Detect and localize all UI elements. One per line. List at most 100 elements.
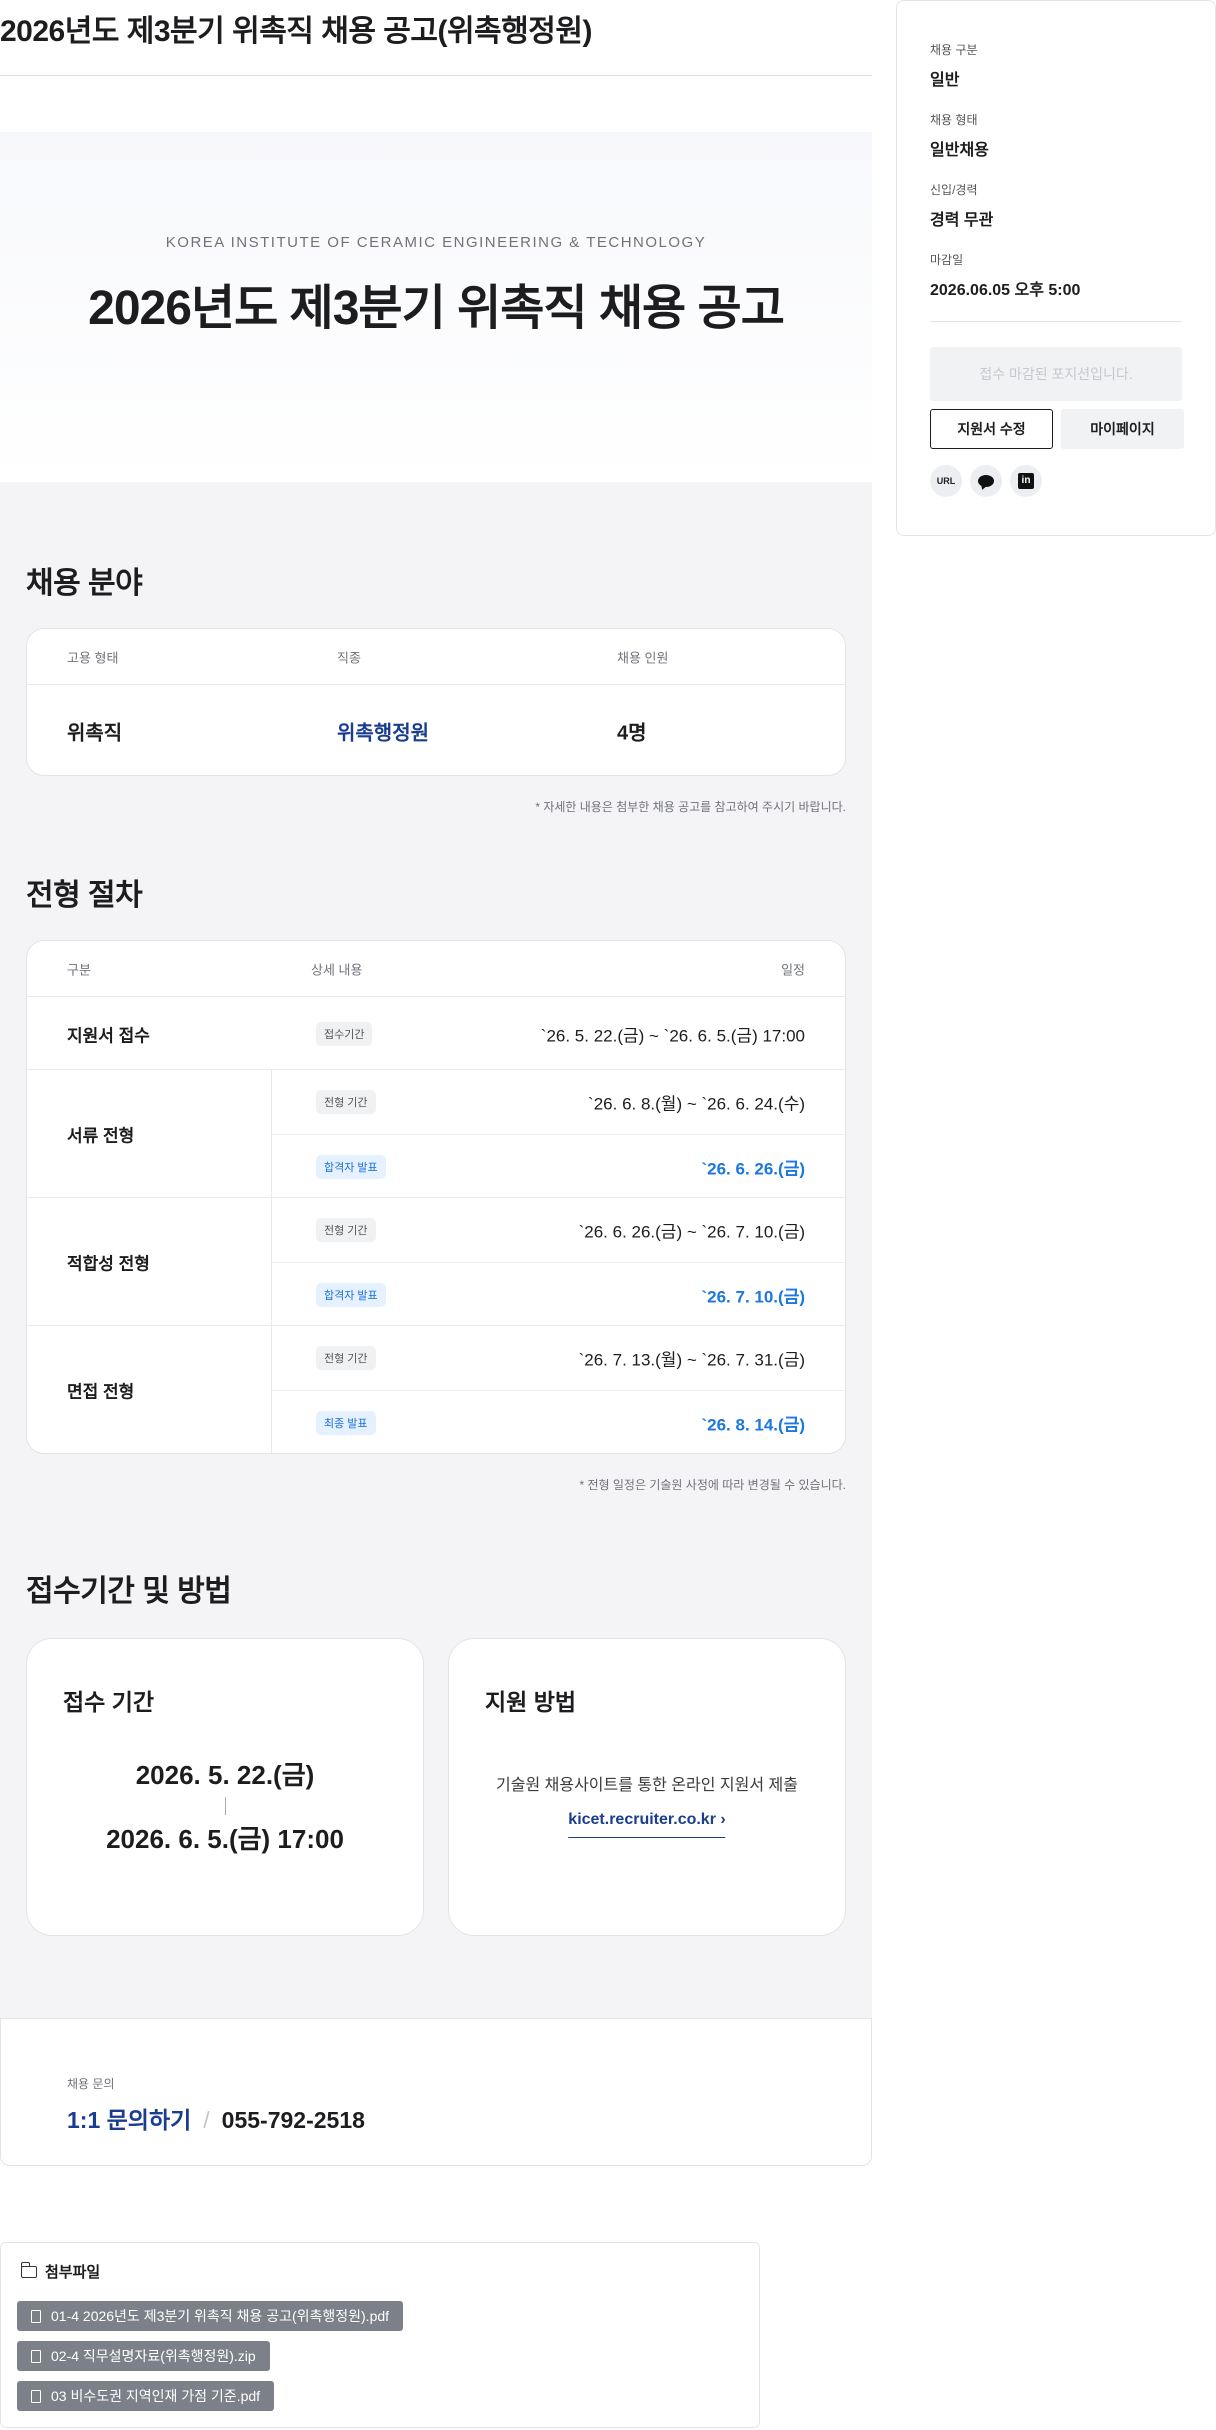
header-detail: 상세 내용 xyxy=(311,962,363,977)
file-icon xyxy=(31,2310,41,2323)
stage-tag: 최종 발표 xyxy=(316,1410,376,1435)
stage-interview: 면접 전형 전형 기간 `26. 7. 13.(월) ~ `26. 7. 31.… xyxy=(27,1326,845,1453)
file-icon xyxy=(31,2350,41,2363)
job-summary-sidebar: 채용 구분 일반 채용 형태 일반채용 신입/경력 경력 무관 마감일 2026… xyxy=(896,0,1216,536)
employment-type: 위촉직 xyxy=(67,722,123,745)
contact-separator: / xyxy=(203,2107,210,2133)
sidebar-item-career: 신입/경력 경력 무관 xyxy=(930,181,993,230)
stage-date: `26. 7. 10.(금) xyxy=(701,1287,805,1306)
linkedin-share-icon[interactable]: in xyxy=(1010,465,1042,497)
stage-item: 합격자 발표 `26. 7. 10.(금) xyxy=(272,1262,845,1326)
attachments-box: 첨부파일 01-4 2026년도 제3분기 위촉직 채용 공고(위촉행정원).p… xyxy=(0,2242,760,2428)
file-icon xyxy=(31,2390,41,2403)
attachment-file-button[interactable]: 01-4 2026년도 제3분기 위촉직 채용 공고(위촉행정원).pdf xyxy=(17,2301,404,2331)
contact-label: 채용 문의 xyxy=(67,2077,115,2091)
stage-name: 면접 전형 xyxy=(67,1382,135,1402)
table-row: 위촉직 위촉행정원 4명 xyxy=(27,686,845,775)
attachments-title: 첨부파일 xyxy=(45,2264,101,2281)
sidebar-label: 채용 형태 xyxy=(930,113,978,127)
hero-subtitle: KOREA INSTITUTE OF CERAMIC ENGINEERING &… xyxy=(165,234,707,251)
stage-suitability: 적합성 전형 전형 기간 `26. 6. 26.(금) ~ `26. 7. 10… xyxy=(27,1198,845,1326)
stage-tag: 전형 기간 xyxy=(316,1090,376,1114)
stage-date: `26. 5. 22.(금) ~ `26. 6. 5.(금) 17:00 xyxy=(540,1026,805,1045)
header-job: 직종 xyxy=(337,650,361,665)
folder-icon xyxy=(20,2261,37,2278)
stage-date: `26. 7. 13.(월) ~ `26. 7. 31.(금) xyxy=(578,1350,805,1370)
stage-tag: 접수기간 xyxy=(316,1021,373,1046)
stage-date: `26. 6. 26.(금) ~ `26. 7. 10.(금) xyxy=(578,1222,805,1242)
mypage-button[interactable]: 마이페이지 xyxy=(1061,409,1184,449)
stage-tag: 합격자 발표 xyxy=(316,1282,386,1307)
stage-item: 전형 기간 `26. 7. 13.(월) ~ `26. 7. 31.(금) xyxy=(272,1326,845,1390)
period-title: 접수 기간 xyxy=(63,1689,155,1715)
recruit-note: * 자세한 내용은 첨부한 채용 공고를 참고하여 주시기 바랍니다. xyxy=(535,800,846,814)
sidebar-item-deadline: 마감일 2026.06.05 오후 5:00 xyxy=(930,251,1080,300)
stage-date: `26. 8. 14.(금) xyxy=(701,1415,805,1434)
stage-name: 서류 전형 xyxy=(67,1126,135,1145)
period-end: 2026. 6. 5.(금) 17:00 xyxy=(106,1824,344,1854)
inquiry-link[interactable]: 1:1 문의하기 xyxy=(67,2107,191,2133)
period-card: 접수 기간 2026. 5. 22.(금) 2026. 6. 5.(금) 17:… xyxy=(26,1638,424,1936)
stage-application: 지원서 접수 접수기간 `26. 5. 22.(금) ~ `26. 6. 5.(… xyxy=(27,998,845,1070)
stage-document: 서류 전형 전형 기간 `26. 6. 8.(월) ~ `26. 6. 24.(… xyxy=(27,1070,845,1198)
attachments-header: 첨부파일 xyxy=(20,2261,101,2282)
stage-item: 전형 기간 `26. 6. 26.(금) ~ `26. 7. 10.(금) xyxy=(272,1198,845,1262)
header-schedule: 일정 xyxy=(781,962,805,977)
page-title: 2026년도 제3분기 위촉직 채용 공고(위촉행정원) xyxy=(0,2,872,76)
period-start: 2026. 5. 22.(금) xyxy=(135,1760,315,1790)
process-note: * 전형 일정은 기술원 사정에 따라 변경될 수 있습니다. xyxy=(579,1478,846,1492)
method-card: 지원 방법 기술원 채용사이트를 통한 온라인 지원서 제출 kicet.rec… xyxy=(448,1638,846,1936)
attachment-file-button[interactable]: 03 비수도권 지역인재 가점 기준.pdf xyxy=(17,2381,275,2411)
stage-tag: 전형 기간 xyxy=(316,1218,376,1242)
header-employment-type: 고용 형태 xyxy=(67,650,119,665)
stage-name: 적합성 전형 xyxy=(67,1254,150,1273)
period-separator xyxy=(225,1797,226,1815)
process-table: 구분 상세 내용 일정 지원서 접수 접수기간 `26. 5. 22.(금) ~… xyxy=(26,940,846,1454)
application-section-title: 접수기간 및 방법 xyxy=(26,1575,232,1608)
job-name: 위촉행정원 xyxy=(337,722,429,745)
header-count: 채용 인원 xyxy=(617,650,669,665)
chat-bubble-icon xyxy=(978,475,994,487)
sidebar-item-category: 채용 구분 일반 xyxy=(930,41,978,90)
sidebar-label: 채용 구분 xyxy=(930,43,978,57)
contact-phone: 055-792-2518 xyxy=(221,2107,365,2133)
hero-banner: KOREA INSTITUTE OF CERAMIC ENGINEERING &… xyxy=(0,132,872,482)
header-category: 구분 xyxy=(67,962,91,977)
sidebar-divider xyxy=(930,321,1182,322)
recruit-section-title: 채용 분야 xyxy=(26,567,143,600)
linkedin-logo-icon: in xyxy=(1018,473,1034,489)
recruit-site-link[interactable]: kicet.recruiter.co.kr › xyxy=(568,1811,726,1838)
stage-date: `26. 6. 26.(금) xyxy=(701,1159,805,1178)
file-name: 02-4 직무설명자료(위촉행정원).zip xyxy=(51,2348,256,2364)
sidebar-value: 일반채용 xyxy=(930,142,989,159)
sidebar-item-type: 채용 형태 일반채용 xyxy=(930,111,989,160)
stage-tag: 합격자 발표 xyxy=(316,1154,386,1179)
method-text: 기술원 채용사이트를 통한 온라인 지원서 제출 xyxy=(496,1777,798,1794)
recruit-table: 고용 형태 직종 채용 인원 위촉직 위촉행정원 4명 xyxy=(26,628,846,776)
method-title: 지원 방법 xyxy=(485,1689,577,1715)
recruit-table-header: 고용 형태 직종 채용 인원 xyxy=(27,629,845,685)
sidebar-label: 신입/경력 xyxy=(930,183,978,197)
sidebar-value: 경력 무관 xyxy=(930,212,994,229)
sidebar-value: 일반 xyxy=(930,72,960,89)
file-name: 03 비수도권 지역인재 가점 기준.pdf xyxy=(51,2388,261,2404)
hire-count: 4명 xyxy=(617,722,647,745)
attachment-file-button[interactable]: 02-4 직무설명자료(위촉행정원).zip xyxy=(17,2341,270,2371)
stage-name: 지원서 접수 xyxy=(67,1026,150,1045)
hero-title: 2026년도 제3분기 위촉직 채용 공고 xyxy=(88,282,785,335)
stage-item: 최종 발표 `26. 8. 14.(금) xyxy=(272,1390,845,1453)
stage-date: `26. 6. 8.(월) ~ `26. 6. 24.(수) xyxy=(588,1094,805,1114)
closed-status-button: 접수 마감된 포지션입니다. xyxy=(930,347,1182,401)
chat-share-icon[interactable] xyxy=(970,465,1002,497)
process-table-header: 구분 상세 내용 일정 xyxy=(27,941,845,997)
stage-item: 합격자 발표 `26. 6. 26.(금) xyxy=(272,1134,845,1198)
process-section-title: 전형 절차 xyxy=(26,879,143,912)
url-share-icon[interactable]: URL xyxy=(930,465,962,497)
file-name: 01-4 2026년도 제3분기 위촉직 채용 공고(위촉행정원).pdf xyxy=(51,2308,390,2324)
sidebar-label: 마감일 xyxy=(930,253,964,267)
edit-application-button[interactable]: 지원서 수정 xyxy=(930,409,1053,449)
contact-box: 채용 문의 1:1 문의하기 / 055-792-2518 xyxy=(0,2018,872,2166)
contact-row: 1:1 문의하기 / 055-792-2518 xyxy=(67,2101,365,2135)
stage-item: 전형 기간 `26. 6. 8.(월) ~ `26. 6. 24.(수) xyxy=(272,1070,845,1134)
sidebar-value: 2026.06.05 오후 5:00 xyxy=(930,282,1081,299)
